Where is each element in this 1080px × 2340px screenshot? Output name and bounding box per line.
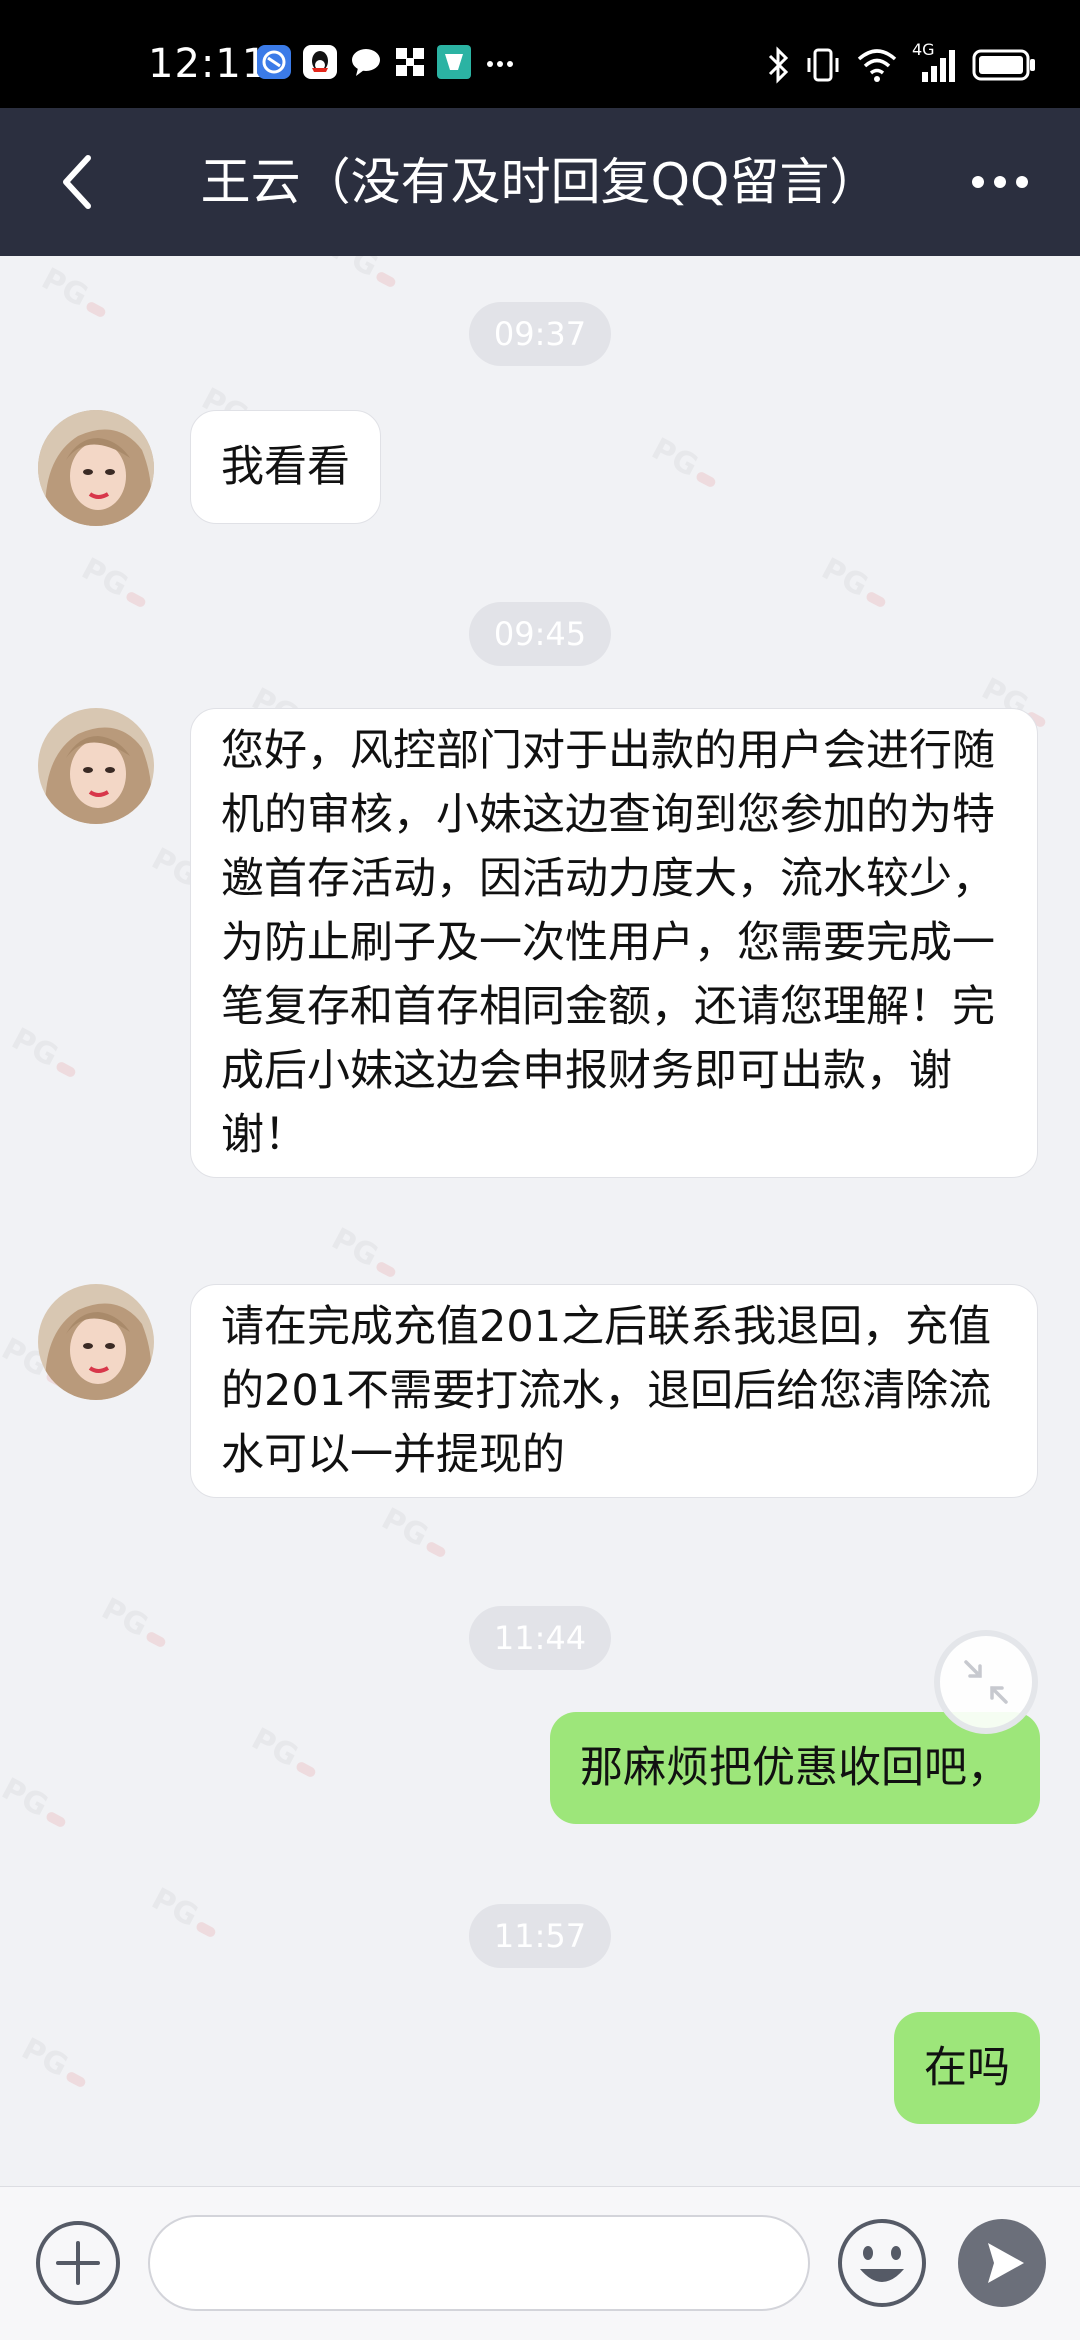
more-button[interactable] bbox=[956, 148, 1044, 216]
nav-bar: 王云（没有及时回复QQ留言） bbox=[0, 108, 1080, 256]
avatar[interactable] bbox=[38, 708, 154, 824]
vibrate-icon bbox=[807, 48, 839, 82]
back-button[interactable] bbox=[40, 144, 116, 220]
watermark: PG bbox=[76, 551, 155, 615]
watermark: PG bbox=[246, 1721, 325, 1785]
message-list[interactable]: PG PG PG PG PG PG PG PG PG PG PG PG PG P… bbox=[0, 256, 1080, 2186]
bluetooth-icon bbox=[768, 46, 789, 84]
cellular-4g-icon: 4G bbox=[912, 40, 958, 84]
watermark: PG bbox=[376, 1501, 455, 1565]
timestamp: 09:37 bbox=[469, 302, 611, 366]
add-button[interactable] bbox=[34, 2219, 122, 2307]
send-button[interactable] bbox=[956, 2217, 1048, 2309]
avatar-image bbox=[38, 410, 154, 526]
watermark: PG bbox=[6, 1021, 85, 1085]
avatar[interactable] bbox=[38, 410, 154, 526]
chevron-left-icon bbox=[63, 155, 91, 209]
browser-icon bbox=[257, 45, 291, 79]
watermark: PG bbox=[36, 261, 115, 325]
qq-icon bbox=[303, 45, 337, 79]
emoji-button[interactable] bbox=[836, 2217, 928, 2309]
watermark: PG bbox=[326, 1221, 405, 1285]
apps-grid-icon bbox=[396, 48, 424, 76]
watermark: PG bbox=[146, 1881, 225, 1945]
wifi-icon bbox=[857, 49, 897, 82]
message-bubble-icon bbox=[352, 49, 380, 76]
chat-screen: 12:11 4G 王云（没有及时回复QQ留言） PG PG PG PG PG P… bbox=[0, 0, 1080, 2340]
message-input[interactable] bbox=[148, 2215, 810, 2311]
watermark: PG bbox=[16, 2031, 95, 2095]
watermark: PG bbox=[816, 551, 895, 615]
avatar-image bbox=[38, 1284, 154, 1400]
battery-icon bbox=[972, 49, 1035, 81]
timestamp: 11:57 bbox=[469, 1904, 611, 1968]
watermark: PG bbox=[646, 431, 725, 495]
avatar[interactable] bbox=[38, 1284, 154, 1400]
smile-face-icon bbox=[838, 2219, 926, 2307]
collapse-arrows-icon bbox=[964, 1660, 1008, 1704]
status-time: 12:11 bbox=[148, 41, 269, 87]
incoming-message[interactable]: 您好，风控部门对于出款的用户会进行随机的审核，小妹这边查询到您参加的为特邀首存活… bbox=[190, 708, 1038, 1178]
more-notifications-icon bbox=[487, 61, 513, 67]
watermark: PG bbox=[326, 256, 405, 296]
outgoing-message[interactable]: 在吗 bbox=[894, 2012, 1040, 2124]
floating-collapse-button[interactable] bbox=[934, 1630, 1038, 1734]
chat-title: 王云（没有及时回复QQ留言） bbox=[200, 153, 880, 211]
more-dots-icon bbox=[972, 176, 1028, 188]
timestamp: 11:44 bbox=[469, 1606, 611, 1670]
avatar-image bbox=[38, 708, 154, 824]
incoming-message[interactable]: 我看看 bbox=[190, 410, 381, 524]
watermark: PG bbox=[0, 1771, 75, 1835]
send-arrow-icon bbox=[958, 2219, 1046, 2307]
store-icon bbox=[437, 45, 471, 79]
composer-bar bbox=[0, 2186, 1080, 2340]
status-bar: 12:11 4G bbox=[0, 0, 1080, 108]
timestamp: 09:45 bbox=[469, 602, 611, 666]
incoming-message[interactable]: 请在完成充值201之后联系我退回，充值的201不需要打流水，退回后给您清除流水可… bbox=[190, 1284, 1038, 1498]
watermark: PG bbox=[96, 1591, 175, 1655]
system-icons: 4G bbox=[766, 40, 1036, 84]
notification-icons bbox=[256, 44, 518, 80]
plus-circle-icon bbox=[36, 2221, 120, 2305]
